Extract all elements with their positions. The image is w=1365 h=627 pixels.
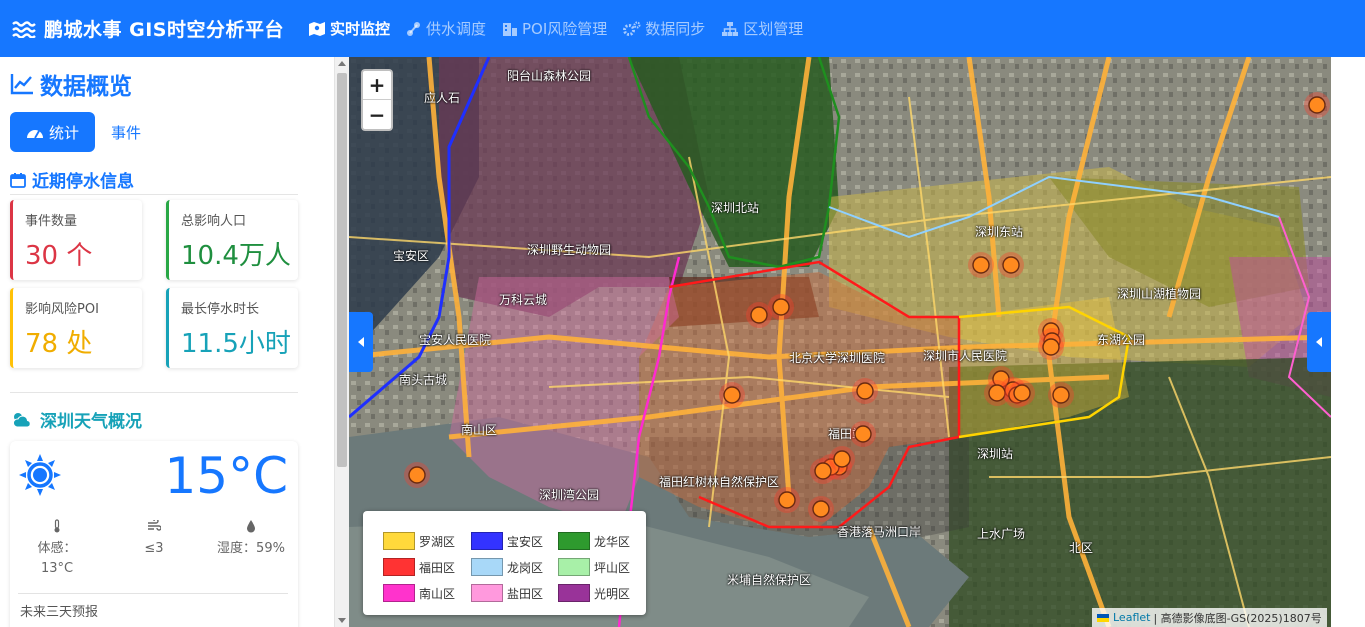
legend-item: 坪山区 (558, 558, 630, 576)
legend-item: 宝安区 (471, 532, 543, 550)
overview-title: 数据概览 (10, 67, 132, 101)
overview-tabs: 统计 事件 (10, 112, 157, 152)
legend-swatch (471, 532, 503, 550)
water-drop-icon (247, 520, 255, 533)
legend-item: 盐田区 (471, 584, 543, 602)
humidity: 湿度：59% (206, 517, 296, 559)
outage-marker[interactable] (1048, 382, 1074, 408)
map-right-margin (1331, 57, 1365, 627)
tab-events[interactable]: 事件 (95, 112, 157, 152)
chevron-left-icon (358, 337, 364, 347)
weather-section-title: 深圳天气概况 (10, 407, 142, 432)
nav-item-water-dispatch[interactable]: 供水调度 (406, 18, 486, 39)
stat-card-event-count: 事件数量 30 个 (10, 200, 142, 280)
outage-marker[interactable] (404, 462, 430, 488)
zoom-out-button[interactable]: − (363, 100, 391, 129)
brand[interactable]: 鹏城水事 GIS时空分析平台 (12, 15, 284, 42)
scroll-up-arrow[interactable] (338, 61, 346, 66)
sun-icon (18, 453, 62, 501)
tab-statistics[interactable]: 统计 (10, 112, 96, 152)
weather-card: 15°C 体感： 13°C ≤3 湿度：59% 未来三天预报 (10, 441, 298, 627)
top-navbar: 鹏城水事 GIS时空分析平台 实时监控 供水调度 POI风险管理 数据同步 区划… (0, 0, 1365, 57)
legend-item: 南山区 (383, 584, 455, 602)
map-attribution: Leaflet | 高德影像底图-GS(2025)1807号 (1092, 608, 1327, 627)
zoom-control: + − (361, 69, 393, 131)
stat-card-affected-population: 总影响人口 10.4万人 (166, 200, 298, 280)
outage-marker[interactable] (829, 446, 855, 472)
water-waves-icon (12, 20, 36, 38)
outage-section-title: 近期停水信息 (10, 167, 134, 192)
collapse-sidebar-button[interactable] (349, 312, 373, 372)
outage-marker[interactable] (1304, 92, 1330, 118)
map-icon (308, 21, 325, 36)
thermometer-icon (54, 519, 60, 533)
feels-like: 体感： 13°C (12, 517, 102, 579)
wind-icon (148, 520, 161, 531)
nav-item-district-manage[interactable]: 区划管理 (721, 18, 803, 39)
legend-item: 福田区 (383, 558, 455, 576)
zoom-in-button[interactable]: + (363, 71, 391, 100)
cloud-sun-icon (13, 412, 31, 427)
legend-swatch (383, 558, 415, 576)
outage-marker[interactable] (719, 382, 745, 408)
outage-marker[interactable] (998, 252, 1024, 278)
dashboard-gauge-icon (27, 130, 43, 139)
legend-item: 罗湖区 (383, 532, 455, 550)
current-temperature: 15°C (164, 447, 288, 505)
ukraine-flag-icon (1097, 613, 1109, 622)
expand-right-panel-button[interactable] (1307, 312, 1331, 372)
line-chart-icon (10, 74, 33, 95)
legend-swatch (383, 532, 415, 550)
forecast-title: 未来三天预报 (20, 605, 99, 620)
outage-marker[interactable] (1038, 334, 1064, 360)
outage-marker[interactable] (768, 294, 794, 320)
nav-item-realtime-monitor[interactable]: 实时监控 (308, 18, 390, 39)
legend-item: 龙华区 (558, 532, 630, 550)
stat-card-risk-poi: 影响风险POI 78 处 (10, 288, 142, 368)
brand-title: 鹏城水事 GIS时空分析平台 (44, 19, 284, 41)
legend-swatch (471, 584, 503, 602)
sidebar-panel: 数据概览 统计 事件 近期停水信息 事件数量 30 个 总影响人口 10.4万人… (0, 57, 348, 627)
building-icon (503, 22, 517, 36)
stat-card-max-duration: 最长停水时长 11.5小时 (166, 288, 298, 368)
chevron-left-icon (1316, 337, 1322, 347)
legend-swatch (558, 532, 590, 550)
section-divider (10, 194, 298, 195)
nav-item-data-sync[interactable]: 数据同步 (623, 18, 705, 39)
section-divider (10, 392, 298, 393)
legend-swatch (558, 584, 590, 602)
legend-item: 龙岗区 (471, 558, 543, 576)
sitemap-icon (722, 21, 739, 36)
legend-swatch (471, 558, 503, 576)
outage-marker[interactable] (852, 378, 878, 404)
wind-level: ≤3 (109, 517, 199, 559)
scrollbar-thumb[interactable] (337, 73, 347, 467)
outage-marker[interactable] (808, 496, 834, 522)
sidebar-scrollbar[interactable] (334, 57, 349, 627)
nav-menu: 实时监控 供水调度 POI风险管理 数据同步 区划管理 (308, 18, 819, 39)
outage-marker[interactable] (774, 487, 800, 513)
legend-swatch (383, 584, 415, 602)
outage-marker[interactable] (1009, 380, 1035, 406)
outage-marker[interactable] (968, 252, 994, 278)
calendar-icon (10, 172, 26, 188)
district-legend: 罗湖区 宝安区 龙华区 福田区 龙岗区 坪山区 南山区 盐田区 光明区 (363, 511, 646, 615)
legend-item: 光明区 (558, 584, 630, 602)
cogs-icon (623, 21, 641, 36)
nav-item-poi-risk[interactable]: POI风险管理 (502, 18, 607, 39)
leaflet-link[interactable]: Leaflet (1113, 611, 1150, 624)
scroll-down-arrow[interactable] (338, 618, 346, 623)
legend-swatch (558, 558, 590, 576)
weather-divider (18, 593, 288, 594)
network-icon (406, 21, 420, 36)
outage-marker[interactable] (850, 421, 876, 447)
